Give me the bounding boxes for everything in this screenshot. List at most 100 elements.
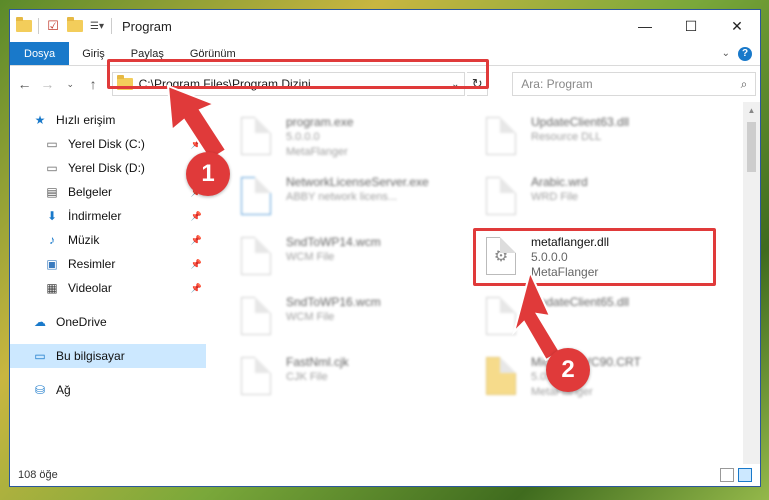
- search-placeholder: Ara: Program: [521, 77, 593, 91]
- pin-icon: 📌: [190, 282, 202, 293]
- tab-view[interactable]: Görünüm: [177, 42, 249, 65]
- file-icon: [236, 234, 276, 278]
- list-item[interactable]: program.exe 5.0.0.0 MetaFlanger: [236, 110, 466, 166]
- tab-home[interactable]: Giriş: [69, 42, 118, 65]
- file-name: metaflanger.dll: [531, 235, 610, 249]
- scrollbar-thumb[interactable]: [747, 122, 756, 172]
- properties-icon[interactable]: ☑: [45, 18, 61, 34]
- documents-icon: ▤: [46, 185, 58, 199]
- pictures-icon: ▣: [46, 257, 58, 271]
- ribbon-right: ⌄ ?: [722, 42, 760, 65]
- up-button[interactable]: ↑: [83, 73, 104, 95]
- item-count: 108 öğe: [18, 469, 58, 481]
- sidebar-item-network[interactable]: ⛁ Ağ: [10, 378, 206, 402]
- file-name: SndToWP16.wcm: [286, 295, 381, 309]
- explorer-window: ☑ ☰▾ Program — ☐ ✕ Dosya Giriş Paylaş Gö…: [9, 9, 761, 487]
- file-name: UpdateClient65.dll: [531, 295, 630, 309]
- file-type: Resource DLL: [531, 131, 602, 143]
- file-name: Arabic.wrd: [531, 175, 588, 189]
- address-bar[interactable]: C:\Program Files\Program Dizini ⌄: [111, 72, 466, 96]
- sidebar-item-local-disk-d[interactable]: ▭ Yerel Disk (D:) 📌: [10, 156, 206, 180]
- expand-ribbon-icon[interactable]: ⌄: [722, 48, 730, 59]
- exe-file-icon: [236, 174, 276, 218]
- sidebar-item-local-disk-c[interactable]: ▭ Yerel Disk (C:) 📌: [10, 132, 206, 156]
- file-icon: [481, 174, 521, 218]
- minimize-button[interactable]: —: [622, 10, 668, 42]
- list-item[interactable]: NetworkLicenseServer.exe ABBY network li…: [236, 170, 466, 226]
- list-item[interactable]: SndToWP16.wcm WCM File: [236, 290, 466, 346]
- file-item-metaflanger-dll[interactable]: ⚙ metaflanger.dll 5.0.0.0 MetaFlanger: [481, 230, 711, 286]
- help-icon[interactable]: ?: [738, 46, 752, 61]
- file-name: NetworkLicenseServer.exe: [286, 175, 429, 189]
- file-type: CJK File: [286, 371, 328, 383]
- list-item[interactable]: UpdateClient63.dll Resource DLL: [481, 110, 711, 166]
- sidebar-item-label: Hızlı erişim: [56, 113, 116, 127]
- file-type: WCM File: [286, 251, 335, 263]
- list-item[interactable]: SndToWP14.wcm WCM File: [236, 230, 466, 286]
- download-icon: ⬇: [46, 209, 58, 223]
- drive-icon: ▭: [46, 161, 58, 175]
- sidebar-item-documents[interactable]: ▤ Belgeler 📌: [10, 180, 206, 204]
- status-bar: 108 öğe: [10, 464, 760, 486]
- close-button[interactable]: ✕: [714, 10, 760, 42]
- details-view-button[interactable]: [720, 468, 734, 482]
- video-icon: ▦: [46, 281, 58, 295]
- list-item[interactable]: UpdateClient65.dll: [481, 290, 711, 346]
- maximize-button[interactable]: ☐: [668, 10, 714, 42]
- sidebar-item-pictures[interactable]: ▣ Resimler 📌: [10, 252, 206, 276]
- search-icon[interactable]: ⌕: [733, 77, 755, 92]
- file-name: program.exe: [286, 115, 354, 129]
- sidebar-item-downloads[interactable]: ⬇ İndirmeler 📌: [10, 204, 206, 228]
- tab-share[interactable]: Paylaş: [118, 42, 177, 65]
- recent-locations-icon[interactable]: ⌄: [60, 73, 81, 95]
- sidebar-item-label: Belgeler: [68, 185, 113, 199]
- callout-1: 1: [186, 152, 230, 196]
- sidebar-item-label: Yerel Disk (D:): [68, 161, 145, 175]
- window-controls: — ☐ ✕: [622, 10, 760, 42]
- file-description: ABBY network licens...: [286, 191, 398, 203]
- file-list: program.exe 5.0.0.0 MetaFlanger UpdateCl…: [206, 102, 760, 464]
- main-content: ★ Hızlı erişim ▭ Yerel Disk (C:) 📌 ▭ Yer…: [10, 102, 760, 464]
- callout-2: 2: [546, 348, 590, 392]
- computer-icon: ▭: [34, 349, 46, 363]
- pin-icon: 📌: [190, 138, 202, 149]
- list-item[interactable]: FastNml.cjk CJK File: [236, 350, 466, 406]
- customize-qat-icon[interactable]: ☰▾: [89, 18, 105, 34]
- vertical-scrollbar[interactable]: ▲: [743, 102, 760, 464]
- sidebar-item-this-pc[interactable]: ▭ Bu bilgisayar: [10, 344, 206, 368]
- file-name: SndToWP14.wcm: [286, 235, 381, 249]
- file-company: MetaFlanger: [531, 265, 599, 279]
- scroll-up-icon[interactable]: ▲: [743, 102, 760, 119]
- list-item[interactable]: Microsoft.VC90.CRT 5.0.0.0 MetaFlanger: [481, 350, 711, 406]
- forward-button[interactable]: →: [37, 73, 58, 95]
- large-icons-view-button[interactable]: [738, 468, 752, 482]
- tab-file[interactable]: Dosya: [10, 42, 70, 65]
- divider: [111, 18, 112, 34]
- view-switcher: [720, 468, 760, 482]
- dll-file-icon: [481, 114, 521, 158]
- file-version: 5.0.0.0: [286, 131, 320, 143]
- search-input[interactable]: Ara: Program ⌕: [512, 72, 757, 96]
- refresh-button[interactable]: ↻: [467, 72, 489, 96]
- navigation-bar: ← → ⌄ ↑ C:\Program Files\Program Dizini …: [10, 66, 760, 102]
- list-item[interactable]: Arabic.wrd WRD File: [481, 170, 711, 226]
- network-icon: ⛁: [34, 383, 46, 397]
- sidebar-item-label: İndirmeler: [68, 209, 122, 223]
- navigation-pane: ★ Hızlı erişim ▭ Yerel Disk (C:) 📌 ▭ Yer…: [10, 102, 206, 464]
- back-button[interactable]: ←: [14, 73, 35, 95]
- sidebar-item-videos[interactable]: ▦ Videolar 📌: [10, 276, 206, 300]
- pin-icon: 📌: [190, 234, 202, 245]
- pin-icon: 📌: [190, 258, 202, 269]
- chevron-down-icon[interactable]: ⌄: [446, 79, 464, 90]
- new-folder-icon[interactable]: [67, 17, 83, 34]
- sidebar-item-onedrive[interactable]: ☁ OneDrive: [10, 310, 206, 334]
- sidebar-item-music[interactable]: ♪ Müzik 📌: [10, 228, 206, 252]
- file-version: 5.0.0.0: [531, 250, 568, 264]
- cloud-icon: ☁: [34, 315, 46, 329]
- divider: [38, 18, 39, 34]
- sidebar-item-quick-access[interactable]: ★ Hızlı erişim: [10, 108, 206, 132]
- sidebar-item-label: Ağ: [56, 383, 71, 397]
